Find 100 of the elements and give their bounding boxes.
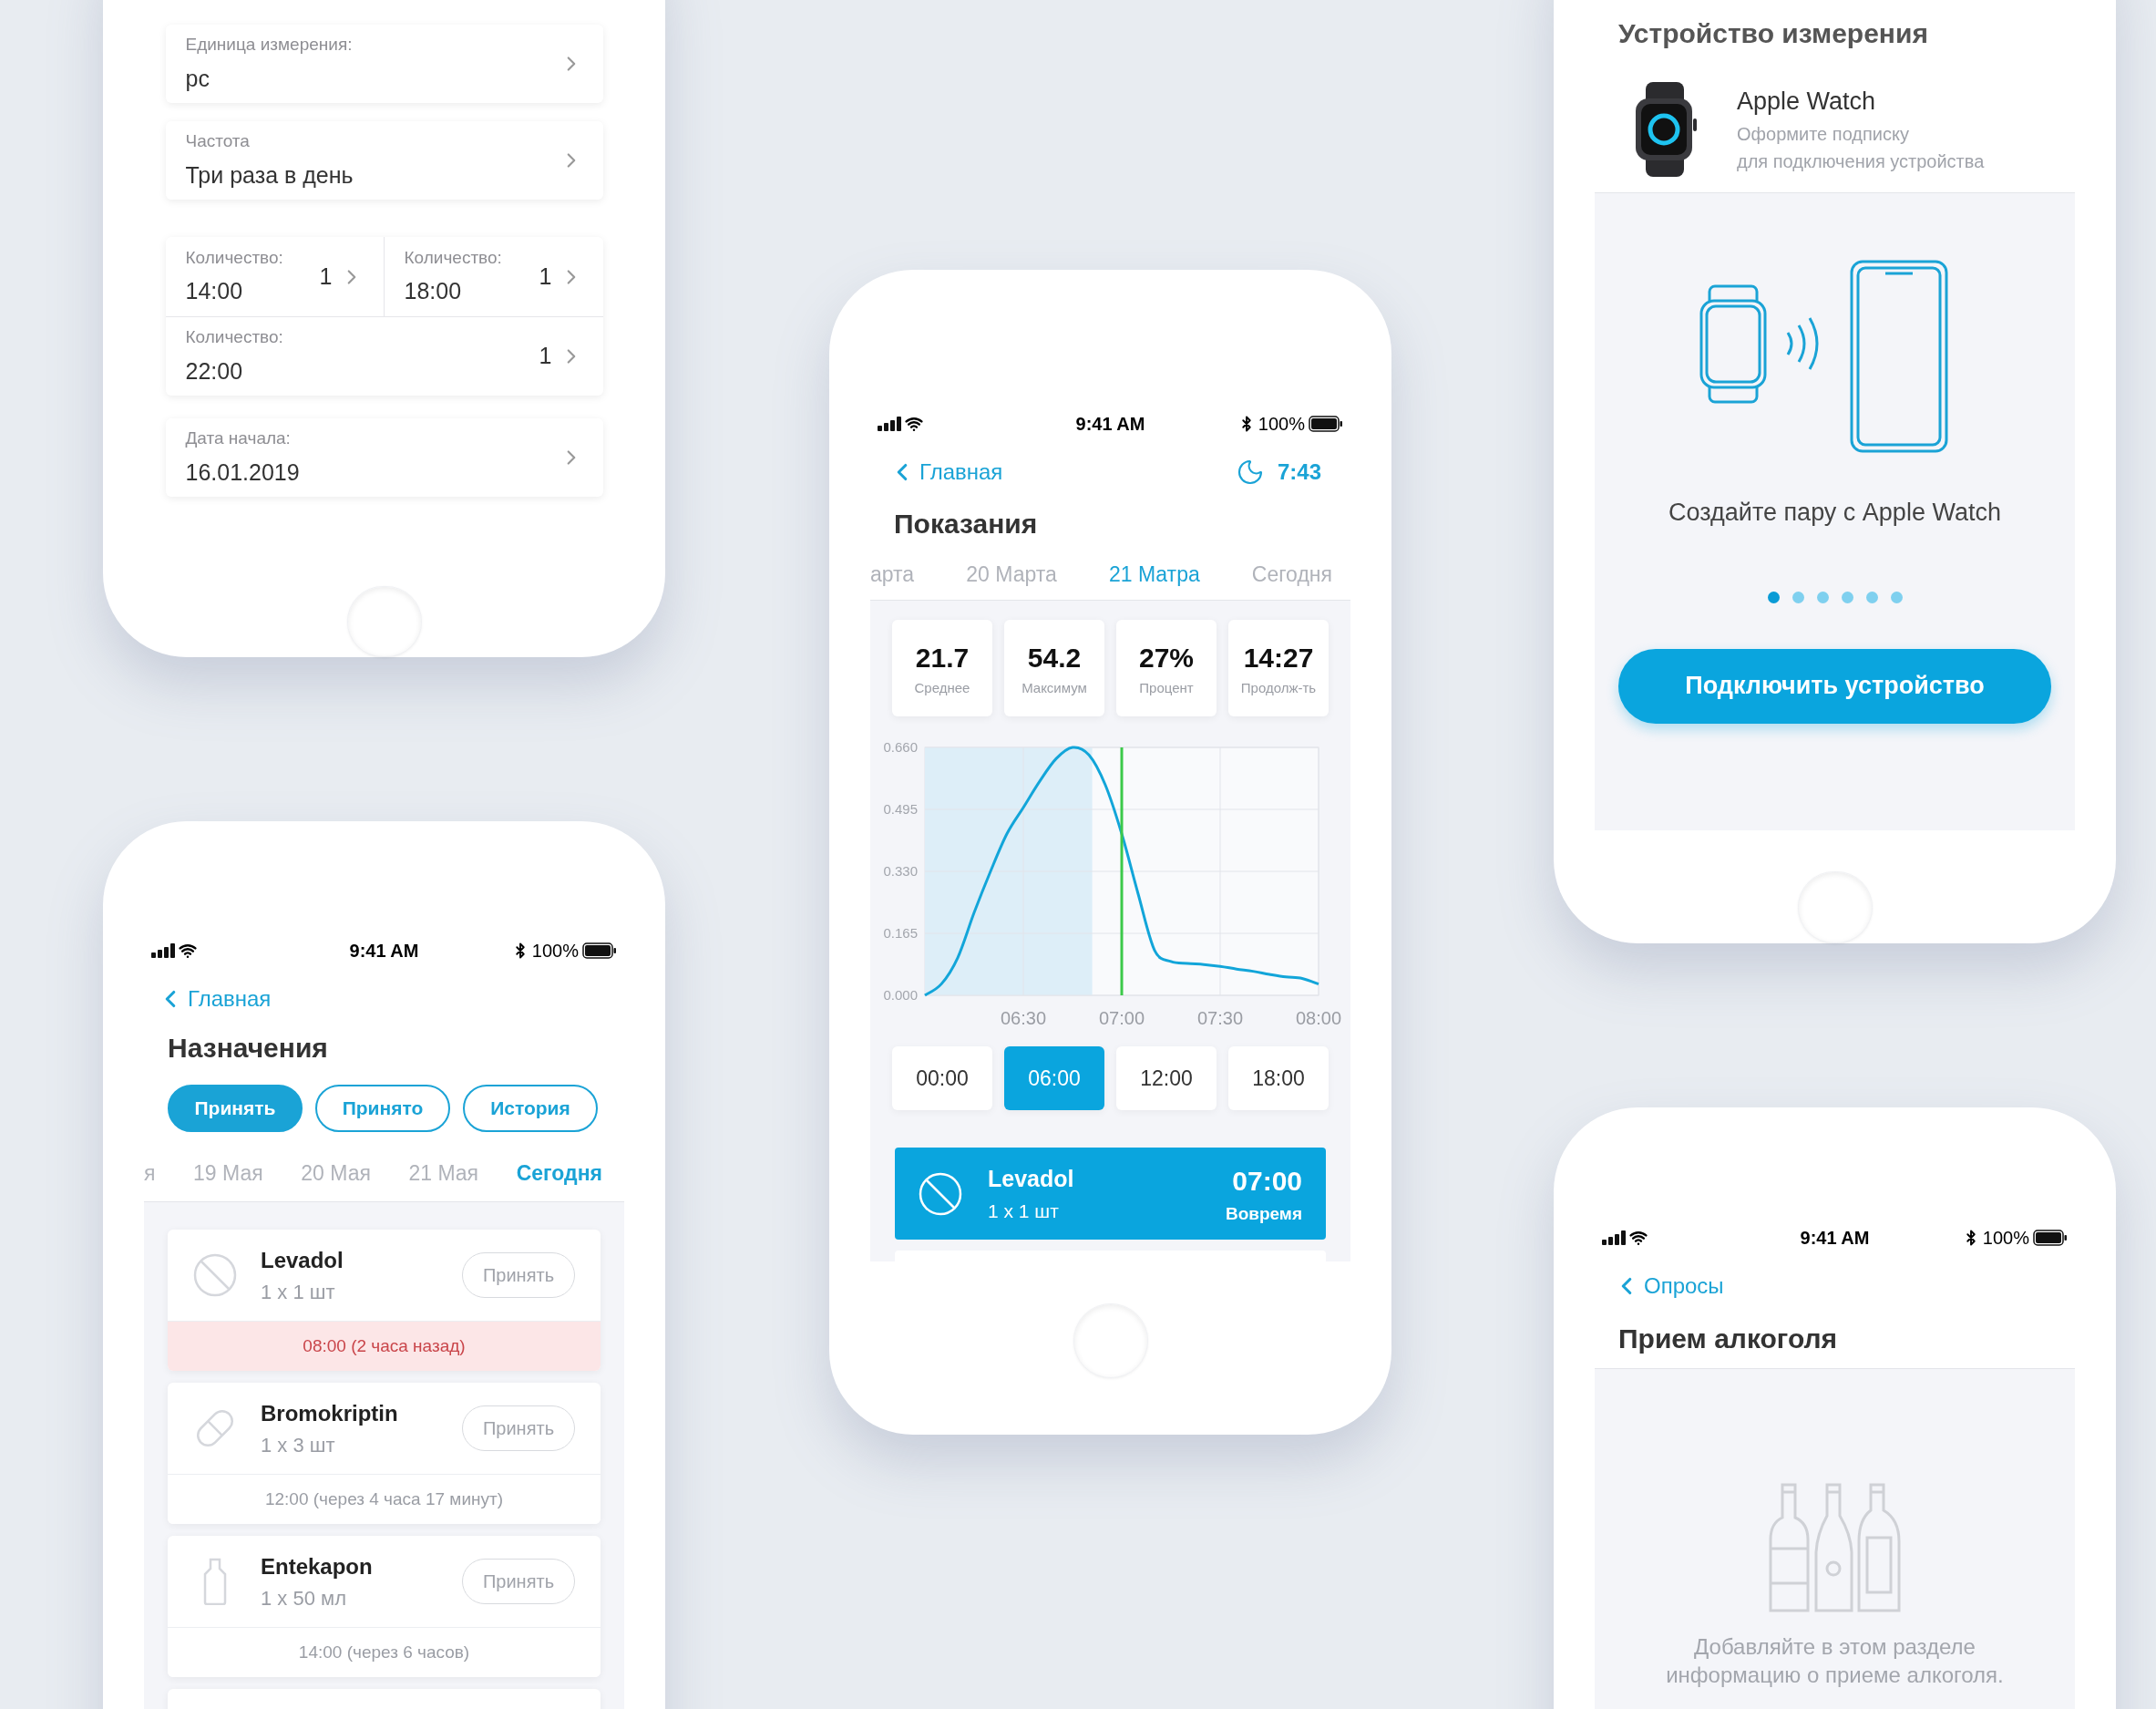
date-tab[interactable]: 21 Матра: [1108, 559, 1200, 591]
status-time: 9:41 AM: [349, 940, 419, 963]
filter-tab[interactable]: Принято: [315, 1085, 450, 1132]
date-tab[interactable]: арта: [870, 559, 915, 591]
x-tick-label: 06:30: [1000, 1008, 1046, 1028]
setting-row[interactable]: Дата начала: 16.01.2019: [165, 418, 603, 497]
stat-label: Процент: [1139, 679, 1194, 698]
filter-tab[interactable]: Принять: [168, 1085, 303, 1132]
event-status: Вовремя: [1225, 1202, 1302, 1225]
event-time: 07:00: [1232, 1164, 1302, 1198]
y-tick-label: 0.495: [882, 801, 918, 817]
x-tick-label: 07:30: [1196, 1008, 1243, 1028]
device-note: для подключения устройства: [1737, 149, 1985, 173]
stat-value: 27%: [1138, 642, 1194, 675]
back-link[interactable]: Главная: [888, 456, 1003, 489]
signal-icon: [1602, 1230, 1626, 1245]
connect-button[interactable]: Подключить устройство: [1618, 648, 2051, 724]
dose-time: 22:00: [185, 356, 244, 386]
screen-title: Показания: [894, 508, 1038, 540]
signal-icon: [151, 943, 175, 958]
battery-icon: [582, 942, 617, 959]
screen-title: Прием алкоголя: [1618, 1323, 1838, 1355]
battery-percent: 100%: [1258, 413, 1305, 436]
dose-row[interactable]: Количество: 14:00 1: [165, 237, 385, 316]
medication-dose: 1 х 50 мл: [261, 1585, 347, 1611]
battery-icon: [1309, 416, 1343, 432]
setting-value: Три раза в день: [185, 160, 354, 190]
medication-dose: 1 х 1 шт: [261, 1279, 336, 1305]
y-tick-label: 0.330: [882, 863, 918, 879]
dose-count: 1: [319, 262, 333, 291]
date-tab[interactable]: я: [144, 1158, 156, 1189]
battery-icon: [2033, 1230, 2068, 1246]
schedule-text: 14:00 (через 6 часов): [168, 1627, 601, 1677]
stat-label: Продолж-ть: [1240, 679, 1317, 698]
setting-row[interactable]: Единица измерения: pc: [165, 25, 603, 103]
stat-label: Максимум: [1022, 679, 1087, 698]
time-slot[interactable]: 00:00: [892, 1046, 992, 1110]
setting-label: Дата начала:: [185, 427, 292, 449]
time-slot[interactable]: 18:00: [1228, 1046, 1329, 1110]
schedule-text: 12:00 (через 4 часа 17 минут): [168, 1474, 601, 1524]
medication-name: Bromokriptin: [261, 1399, 398, 1427]
dose-row[interactable]: Количество: 18:00 1: [384, 237, 603, 316]
y-tick-label: 0.165: [882, 925, 918, 941]
status-time: 9:41 AM: [1800, 1227, 1870, 1250]
signal-icon: [878, 417, 901, 431]
time-slot[interactable]: 12:00: [1116, 1046, 1217, 1110]
bottles-icon: [1768, 1483, 1902, 1612]
y-tick-label: 0.000: [882, 987, 918, 1003]
date-tab[interactable]: Сегодня: [1251, 559, 1332, 591]
schedule-text: 08:00 (2 часа назад): [168, 1321, 601, 1371]
screen-title: Назначения: [168, 1031, 328, 1065]
dose-label: Количество:: [404, 246, 502, 269]
dose-row[interactable]: Количество: 22:00 1: [165, 316, 603, 396]
date-tab[interactable]: 20 Марта: [966, 559, 1057, 591]
device-name: Apple Watch: [1737, 87, 1877, 118]
back-link[interactable]: Опросы: [1613, 1270, 1724, 1302]
stat-value: 21.7: [915, 642, 970, 675]
medication-name: Entekapon: [261, 1552, 373, 1580]
battery-percent: 100%: [531, 940, 579, 963]
battery-percent: 100%: [1982, 1227, 2029, 1250]
event-card[interactable]: Levadol 1 х 1 шт 07:00 Вовремя: [895, 1148, 1326, 1240]
setting-label: Частота: [185, 130, 251, 152]
y-tick-label: 0.660: [882, 739, 918, 755]
stat-label: Среднее: [914, 679, 970, 698]
event-name: Levadol: [988, 1165, 1074, 1193]
pill-icon: [193, 1253, 237, 1297]
medication-name: Levadol: [261, 1246, 344, 1274]
event-dose: 1 х 1 шт: [988, 1199, 1060, 1223]
sleep-duration: 7:43: [1277, 458, 1321, 486]
wifi-icon: [905, 415, 923, 433]
device-note: Оформите подписку: [1737, 122, 1910, 146]
dose-label: Количество:: [185, 326, 283, 348]
dose-count: 1: [539, 342, 552, 371]
dose-count: 1: [539, 262, 552, 291]
date-tab[interactable]: 20 Мая: [301, 1158, 371, 1189]
stat-value: 14:27: [1243, 642, 1314, 675]
date-tab[interactable]: 21 Мая: [408, 1158, 479, 1189]
stat-value: 54.2: [1027, 642, 1082, 675]
time-slot[interactable]: 06:00: [1004, 1046, 1104, 1110]
pill-icon: [919, 1171, 962, 1216]
take-button[interactable]: Принять: [462, 1559, 575, 1604]
date-tab[interactable]: 19 Мая: [193, 1158, 263, 1189]
take-button[interactable]: Принять: [462, 1252, 575, 1298]
dose-time: 14:00: [185, 277, 244, 305]
date-tab[interactable]: Сегодня: [516, 1158, 602, 1189]
pairing-caption: Создайте пару с Apple Watch: [1668, 498, 2001, 528]
empty-state-message: Добавляйте в этом разделе информацию о приеме алкоголя.: [1665, 1633, 2005, 1689]
setting-value: pc: [185, 64, 210, 93]
filter-tab[interactable]: История: [463, 1085, 598, 1132]
dose-label: Количество:: [185, 246, 283, 269]
back-link[interactable]: Главная: [157, 983, 272, 1015]
setting-row[interactable]: Частота Три раза в день: [165, 121, 603, 200]
x-tick-label: 07:00: [1098, 1008, 1145, 1028]
medication-dose: 1 х 3 шт: [261, 1432, 336, 1458]
dose-time: 18:00: [404, 277, 463, 305]
wifi-icon: [1629, 1229, 1648, 1247]
section-title: Устройство измерения: [1618, 16, 1928, 50]
x-tick-label: 08:00: [1295, 1008, 1341, 1028]
setting-label: Единица измерения:: [185, 34, 353, 56]
take-button[interactable]: Принять: [462, 1405, 575, 1451]
